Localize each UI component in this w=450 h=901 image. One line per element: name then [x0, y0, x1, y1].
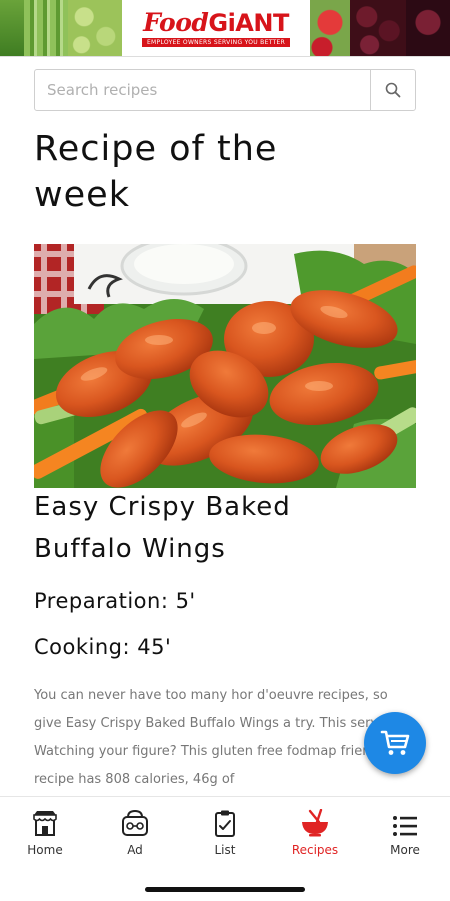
- nav-item-ad[interactable]: Ad: [90, 805, 180, 863]
- food-giant-logo[interactable]: FoodGiANT EMPLOYEE OWNERS SERVING YOU BE…: [122, 0, 310, 56]
- menu-icon: [393, 816, 417, 836]
- recipe-title[interactable]: Easy Crispy Baked Buffalo Wings: [34, 486, 364, 570]
- recipe-image[interactable]: [34, 244, 416, 488]
- store-icon: [33, 811, 57, 836]
- cart-button[interactable]: [364, 712, 426, 774]
- nav-item-recipes[interactable]: Recipes: [270, 805, 360, 863]
- home-indicator[interactable]: [145, 887, 305, 892]
- produce-image-plums: [406, 0, 450, 56]
- produce-image-grapes: [68, 0, 122, 56]
- produce-image-cherries: [350, 0, 406, 56]
- ad-icon: [122, 809, 148, 836]
- produce-image-asparagus: [24, 0, 68, 56]
- nav-label-ad: Ad: [127, 843, 143, 857]
- bowl-icon: [302, 809, 328, 837]
- search-bar: [34, 69, 416, 111]
- search-icon: [385, 82, 401, 98]
- search-button[interactable]: [370, 70, 415, 110]
- header-banner: FoodGiANT EMPLOYEE OWNERS SERVING YOU BE…: [0, 0, 450, 57]
- nav-label-list: List: [214, 843, 236, 857]
- preparation-time: Preparation: 5': [34, 589, 196, 613]
- logo-tagline: EMPLOYEE OWNERS SERVING YOU BETTER: [141, 37, 291, 47]
- clipboard-icon: [215, 810, 235, 837]
- recipe-description: You can never have too many hor d'oeuvre…: [34, 688, 410, 787]
- nav-item-list[interactable]: List: [180, 805, 270, 863]
- cart-icon: [380, 730, 410, 755]
- nav-item-more[interactable]: More: [360, 805, 450, 863]
- bottom-navigation: Home Ad List Recipes More: [0, 796, 450, 901]
- section-title: Recipe of the week: [34, 129, 278, 215]
- nav-label-home: Home: [27, 843, 63, 857]
- logo-wordmark: FoodGiANT: [143, 7, 289, 37]
- buffalo-wings-photo: [34, 244, 416, 488]
- cooking-time: Cooking: 45': [34, 635, 172, 659]
- nav-label-recipes: Recipes: [291, 843, 339, 857]
- nav-item-home[interactable]: Home: [0, 805, 90, 863]
- search-input[interactable]: [35, 71, 370, 109]
- nav-label-more: More: [390, 843, 420, 857]
- produce-image-radishes: [310, 0, 350, 56]
- produce-image-greens: [0, 0, 24, 56]
